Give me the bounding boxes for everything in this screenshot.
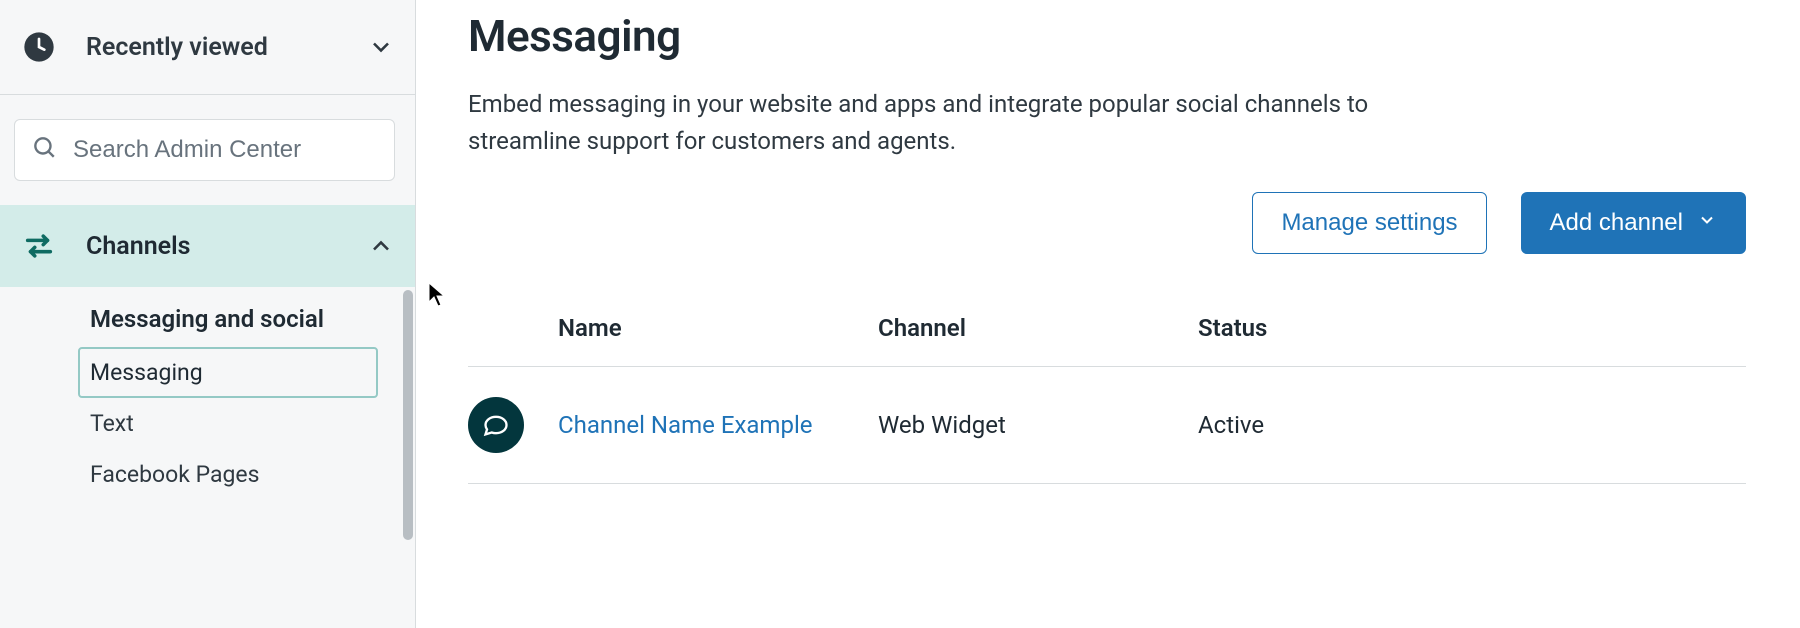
sidebar-item-channels[interactable]: Channels	[0, 205, 415, 287]
page-description: Embed messaging in your website and apps…	[468, 86, 1448, 160]
sidebar-subgroup: Messaging and social Messaging Text Face…	[0, 287, 415, 500]
col-name: Name	[558, 314, 878, 342]
channels-table: Name Channel Status Channel Name Example…	[468, 314, 1746, 484]
channel-status: Active	[1198, 411, 1746, 439]
clock-icon	[20, 28, 58, 66]
sidebar-item-facebook-pages[interactable]: Facebook Pages	[90, 449, 415, 500]
channels-label: Channels	[86, 232, 367, 261]
table-header: Name Channel Status	[468, 314, 1746, 367]
sidebar: Recently viewed Channels	[0, 0, 416, 628]
manage-settings-button[interactable]: Manage settings	[1252, 192, 1486, 254]
channel-name-link[interactable]: Channel Name Example	[558, 411, 813, 439]
col-channel: Channel	[878, 314, 1198, 342]
channel-type: Web Widget	[878, 411, 1198, 439]
search-container	[0, 95, 415, 205]
search-input[interactable]	[71, 135, 385, 165]
action-bar: Manage settings Add channel	[468, 192, 1746, 254]
sidebar-item-text[interactable]: Text	[90, 398, 415, 449]
search-input-wrap[interactable]	[14, 119, 395, 181]
table-row[interactable]: Channel Name Example Web Widget Active	[468, 367, 1746, 484]
recently-viewed-label: Recently viewed	[86, 33, 367, 62]
sidebar-item-messaging[interactable]: Messaging	[78, 347, 378, 398]
arrows-icon	[20, 227, 58, 265]
chat-bubble-icon	[468, 397, 524, 453]
main-content: Messaging Embed messaging in your websit…	[416, 0, 1800, 628]
chevron-up-icon	[367, 232, 395, 260]
sidebar-scrollbar[interactable]	[403, 290, 413, 540]
page-title: Messaging	[468, 10, 1746, 62]
add-channel-button[interactable]: Add channel	[1521, 192, 1746, 254]
search-icon	[31, 134, 71, 166]
add-channel-label: Add channel	[1550, 209, 1683, 237]
chevron-down-icon	[367, 33, 395, 61]
subgroup-title: Messaging and social	[90, 305, 415, 333]
chevron-down-icon	[1683, 209, 1717, 237]
col-status: Status	[1198, 314, 1746, 342]
recently-viewed-section[interactable]: Recently viewed	[0, 0, 415, 95]
